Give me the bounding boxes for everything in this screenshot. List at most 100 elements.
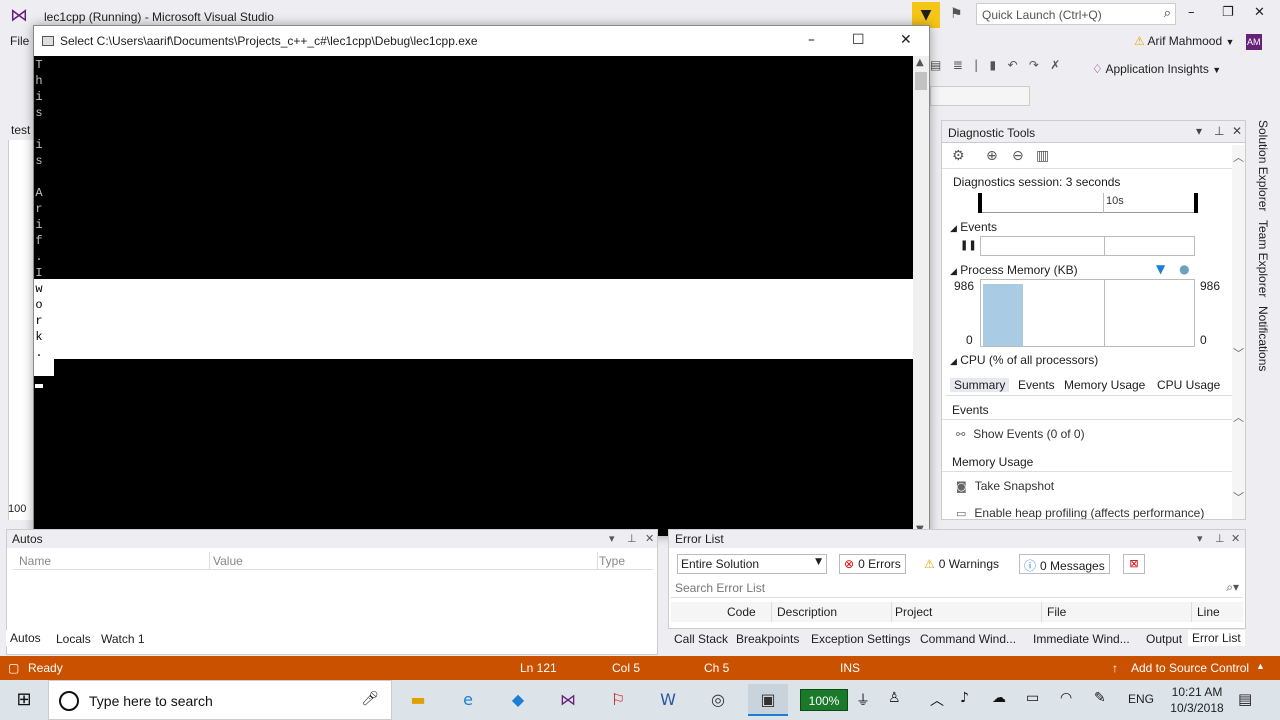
col-file[interactable]: File <box>1047 605 1066 619</box>
tab-team-explorer[interactable]: Team Explorer <box>1256 220 1270 297</box>
word-icon[interactable]: W <box>648 684 688 716</box>
bookmark-icon[interactable]: ▮ <box>989 58 996 72</box>
messages-filter-button[interactable]: ⓘ 0 Messages <box>1019 554 1110 574</box>
col-name[interactable]: Name <box>19 554 51 568</box>
tab-error-list[interactable]: Error List <box>1188 630 1245 646</box>
close-icon[interactable]: ✕ <box>645 532 654 545</box>
zoom-out-icon[interactable]: ⊖ <box>1012 148 1024 164</box>
user-account[interactable]: ⚠ Arif Mahmood ▼ AM <box>1134 34 1262 50</box>
menu-file[interactable]: File <box>10 34 29 48</box>
windows-start-icon[interactable]: ⊞ <box>0 680 48 720</box>
restore-icon[interactable]: ❐ <box>1222 5 1234 20</box>
events-section-header[interactable]: ◢ Events <box>950 220 997 234</box>
timeline-end-handle[interactable] <box>1194 193 1198 213</box>
scroll-thumb[interactable] <box>915 72 927 90</box>
console-output[interactable]: ThisisArif.Iwork. <box>34 56 913 536</box>
tab-exception-settings[interactable]: Exception Settings <box>811 632 910 646</box>
col-divider[interactable] <box>891 602 892 622</box>
col-code[interactable]: Code <box>727 605 756 619</box>
timeline-ruler[interactable]: 10s <box>978 193 1198 213</box>
error-search-input[interactable]: Search Error List ⌕▾ <box>671 578 1243 598</box>
console-maximize-icon[interactable]: ☐ <box>852 32 865 48</box>
close-icon[interactable]: ✕ <box>1254 5 1265 20</box>
error-scope-dropdown[interactable]: Entire Solution ▼ <box>677 554 827 574</box>
app-icon[interactable]: ◆ <box>498 684 538 716</box>
microphone-icon[interactable]: 🎤︎ <box>361 691 379 707</box>
language-indicator[interactable]: ENG <box>1128 692 1154 706</box>
quick-launch-input[interactable]: Quick Launch (Ctrl+Q) ⌕ <box>976 3 1176 25</box>
chevron-up-icon[interactable]: ︿ <box>930 690 944 710</box>
editor-tab[interactable]: test <box>8 120 34 140</box>
volume-icon[interactable]: ♪ <box>960 690 969 706</box>
build-intellisense-filter-icon[interactable]: ⊠ <box>1123 554 1145 574</box>
scroll-up-icon[interactable]: ▲ <box>916 57 924 68</box>
tab-memory-usage[interactable]: Memory Usage <box>1064 378 1145 392</box>
tab-solution-explorer[interactable]: Solution Explorer <box>1256 120 1270 211</box>
tab-notifications[interactable]: Notifications <box>1256 306 1270 371</box>
taskbar-search-input[interactable]: Type here to search 🎤︎ <box>48 680 392 720</box>
tab-autos[interactable]: Autos <box>6 630 45 646</box>
tab-immediate-window[interactable]: Immediate Wind... <box>1033 632 1130 646</box>
plug-icon[interactable]: ⏚ <box>856 690 870 710</box>
battery-indicator[interactable]: 100% <box>800 689 848 711</box>
pin-icon[interactable]: ⊥ <box>1214 124 1224 138</box>
tab-locals[interactable]: Locals <box>56 632 91 646</box>
console-minimize-icon[interactable]: – <box>808 32 815 48</box>
errors-filter-button[interactable]: ⊗ 0 Errors <box>839 554 906 574</box>
file-explorer-icon[interactable]: ▬ <box>398 684 438 716</box>
tab-watch-1[interactable]: Watch 1 <box>101 632 145 646</box>
obs-icon[interactable]: ◎ <box>698 684 738 716</box>
close-icon[interactable]: ✕ <box>1231 532 1240 545</box>
scroll-down-icon[interactable]: ﹀ <box>1233 489 1244 505</box>
heap-profiling-toggle[interactable]: ▭ Enable heap profiling (affects performa… <box>956 506 1204 519</box>
tab-call-stack[interactable]: Call Stack <box>674 632 728 646</box>
action-center-icon[interactable]: ▤ <box>1238 690 1252 708</box>
col-description[interactable]: Description <box>777 605 837 619</box>
onedrive-icon[interactable]: ☁ <box>992 690 1006 706</box>
edge-browser-icon[interactable]: e <box>448 684 488 716</box>
minimize-icon[interactable]: – <box>1188 5 1195 20</box>
feedback-icon[interactable]: ⚑ <box>950 6 963 22</box>
tab-events[interactable]: Events <box>1018 378 1055 392</box>
take-snapshot-button[interactable]: ◙ Take Snapshot <box>956 479 1054 493</box>
show-events-link[interactable]: ⚯ Show Events (0 of 0) <box>956 427 1085 441</box>
col-divider[interactable] <box>771 602 772 622</box>
console-taskbar-icon[interactable]: ▣ <box>748 684 788 716</box>
add-to-source-control[interactable]: Add to Source Control <box>1131 661 1249 675</box>
console-window[interactable]: Select C:\Users\aarif\Documents\Projects… <box>33 25 930 536</box>
bookmark-next-icon[interactable]: ↷ <box>1029 58 1039 72</box>
diagnostic-scrollbar[interactable]: ︿ ﹀ ︿ ﹀ <box>1232 145 1245 519</box>
col-line[interactable]: Line <box>1197 605 1220 619</box>
cpu-section-header[interactable]: ◢ CPU (% of all processors) <box>950 353 1098 367</box>
visual-studio-taskbar-icon[interactable]: ⋈ <box>548 684 588 716</box>
dropdown-icon[interactable]: ▾ <box>609 532 615 545</box>
chevron-up-icon[interactable]: ▲ <box>1256 661 1265 671</box>
warnings-filter-button[interactable]: ⚠ 0 Warnings <box>919 554 1005 574</box>
col-divider[interactable] <box>1191 602 1192 622</box>
col-divider[interactable] <box>1041 602 1042 622</box>
upload-icon[interactable]: ↑ <box>1112 661 1118 675</box>
app-insights-button[interactable]: ♢ Application Insights ▼ <box>1092 62 1221 76</box>
scroll-up-icon[interactable]: ︿ <box>1233 409 1244 425</box>
dropdown-icon[interactable]: ▾ <box>1197 532 1203 545</box>
wifi-icon[interactable]: ◠ <box>1060 690 1072 706</box>
bookmark-prev-icon[interactable]: ↶ <box>1007 58 1017 72</box>
pin-icon[interactable]: ⊥ <box>1215 532 1225 545</box>
col-divider[interactable] <box>597 552 598 570</box>
console-scrollbar[interactable]: ▲ ▼ <box>913 56 929 536</box>
scroll-down-icon[interactable]: ﹀ <box>1233 345 1244 361</box>
console-title-bar[interactable]: Select C:\Users\aarif\Documents\Projects… <box>34 26 929 56</box>
clock[interactable]: 10:21 AM 10/3/2018 <box>1166 684 1228 716</box>
close-icon[interactable]: ✕ <box>1232 124 1242 138</box>
tab-summary[interactable]: Summary <box>950 378 1010 392</box>
pdf-reader-icon[interactable]: ⚐ <box>598 684 638 716</box>
toolbar-icon[interactable]: ≣ <box>953 58 963 72</box>
solution-config-dropdown[interactable] <box>930 86 1030 106</box>
tab-output[interactable]: Output <box>1146 632 1182 646</box>
process-memory-header[interactable]: ◢ Process Memory (KB) <box>950 263 1078 277</box>
toolbar-icon[interactable]: | <box>974 58 978 72</box>
battery-icon[interactable]: ▭ <box>1026 690 1039 706</box>
col-project[interactable]: Project <box>895 605 932 619</box>
toolbar-icon[interactable]: ▤ <box>930 58 941 72</box>
settings-gear-icon[interactable]: ⚙ <box>952 148 965 164</box>
